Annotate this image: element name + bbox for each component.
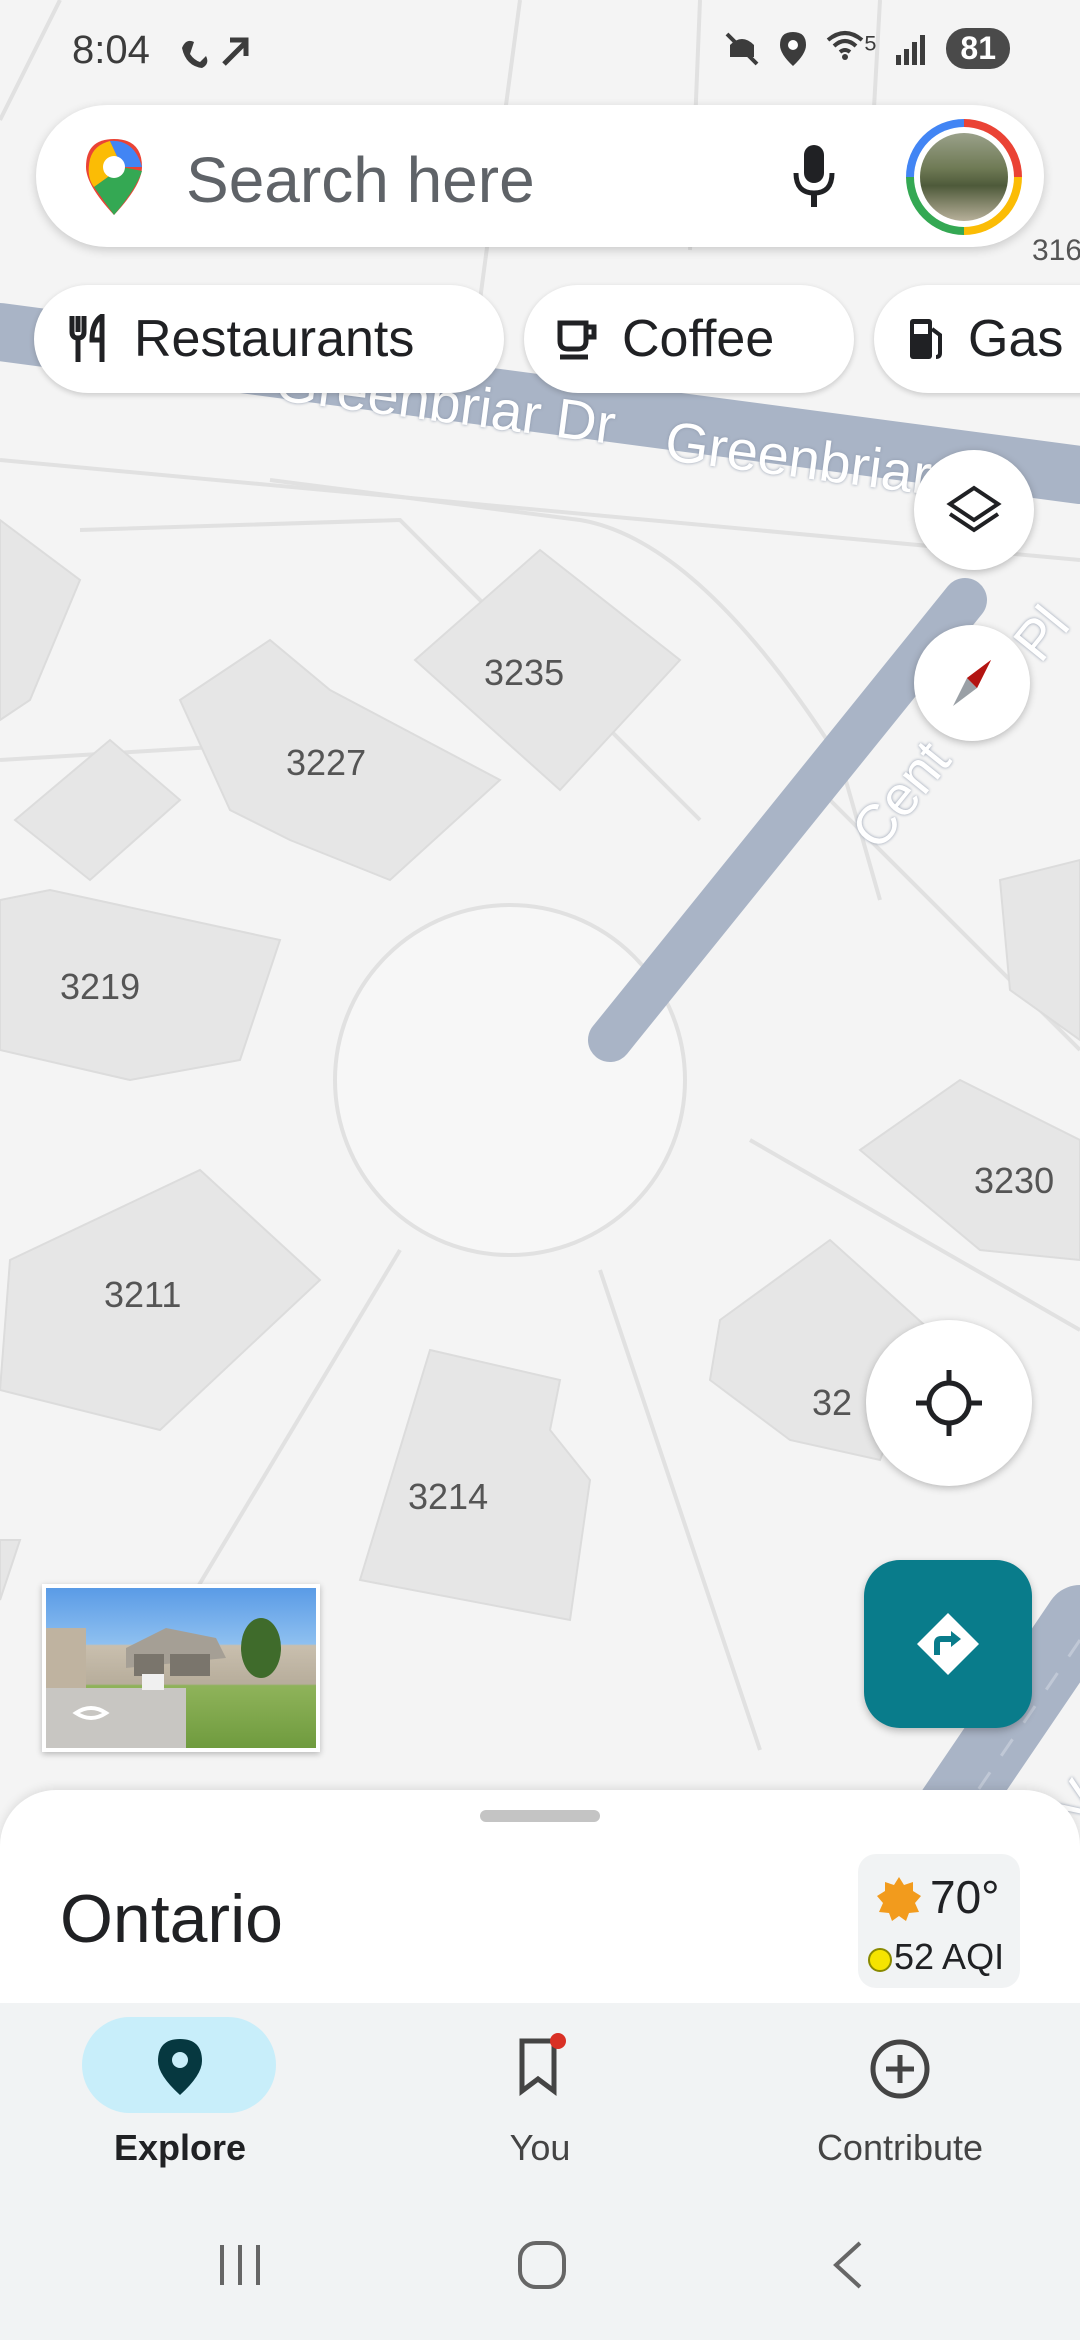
plus-circle-icon	[870, 2039, 930, 2099]
home-icon[interactable]	[516, 2239, 568, 2291]
notification-icons	[176, 30, 256, 79]
status-right-icons: 5 81	[724, 28, 1010, 69]
call-forward-icon	[182, 37, 249, 68]
back-icon[interactable]	[828, 2239, 868, 2291]
chip-label: Coffee	[622, 310, 775, 368]
bottom-navigation: Explore You Contribute	[0, 2003, 1080, 2193]
house-number: 3211	[104, 1274, 182, 1315]
search-input[interactable]: Search here	[186, 143, 535, 217]
map-pin-icon	[158, 2039, 202, 2095]
aqi-dot-icon	[868, 1948, 892, 1972]
compass-icon	[953, 660, 991, 706]
nav-contribute[interactable]: Contribute	[750, 2003, 1050, 2193]
recent-apps-icon[interactable]	[216, 2241, 266, 2289]
house-number: 316	[1032, 234, 1080, 267]
house-number: 3219	[60, 966, 141, 1007]
fork-knife-icon	[69, 314, 105, 362]
chip-coffee[interactable]: Coffee	[524, 285, 854, 393]
drag-handle[interactable]	[480, 1810, 600, 1822]
street-view-thumbnail[interactable]	[42, 1584, 320, 1752]
street-view-image	[46, 1618, 281, 1748]
weather-widget[interactable]: 70° 52 AQI	[858, 1854, 1020, 1988]
chip-restaurants[interactable]: Restaurants	[34, 285, 504, 393]
house-number: 32	[812, 1382, 853, 1423]
signal-icon	[896, 34, 926, 65]
sun-icon	[877, 1877, 921, 1921]
coffee-cup-icon	[557, 320, 597, 360]
gas-pump-icon	[910, 319, 942, 359]
chip-gas[interactable]: Gas	[874, 285, 1080, 393]
my-location-button[interactable]	[866, 1320, 1032, 1486]
nav-label: You	[509, 2127, 571, 2168]
microphone-icon[interactable]	[792, 143, 836, 209]
mute-icon	[725, 32, 759, 65]
house-number: 3230	[974, 1160, 1055, 1201]
nav-explore[interactable]: Explore	[30, 2003, 330, 2193]
nav-label: Explore	[113, 2127, 247, 2168]
directions-button[interactable]	[864, 1560, 1032, 1728]
place-title: Ontario	[60, 1881, 283, 1957]
layers-button[interactable]	[914, 450, 1034, 570]
search-bar[interactable]: Search here	[36, 105, 1044, 247]
house-number: 3227	[286, 742, 367, 783]
avatar[interactable]	[906, 119, 1022, 235]
layers-icon	[946, 485, 1002, 533]
bookmark-icon	[519, 2033, 566, 2096]
location-icon	[780, 31, 807, 66]
house-number: 3214	[408, 1476, 489, 1517]
google-maps-logo-icon	[86, 139, 142, 215]
status-bar: 8:04 5 81	[0, 0, 1080, 100]
directions-icon	[917, 1613, 979, 1675]
system-navigation	[0, 2193, 1080, 2340]
nav-you[interactable]: You	[390, 2003, 690, 2193]
crosshair-icon	[916, 1370, 982, 1436]
temperature: 70°	[930, 1871, 1000, 1923]
wifi-icon: 5	[826, 30, 876, 67]
chip-label: Gas	[968, 310, 1064, 368]
compass-button[interactable]	[914, 625, 1030, 741]
chip-label: Restaurants	[134, 310, 415, 368]
status-time: 8:04	[72, 28, 150, 72]
aqi-value: 52 AQI	[894, 1936, 1005, 1977]
battery-indicator: 81	[946, 28, 1010, 69]
nav-label: Contribute	[816, 2127, 984, 2168]
house-number: 3235	[484, 652, 565, 693]
bottom-sheet[interactable]: Ontario 70° 52 AQI	[0, 1790, 1080, 2010]
